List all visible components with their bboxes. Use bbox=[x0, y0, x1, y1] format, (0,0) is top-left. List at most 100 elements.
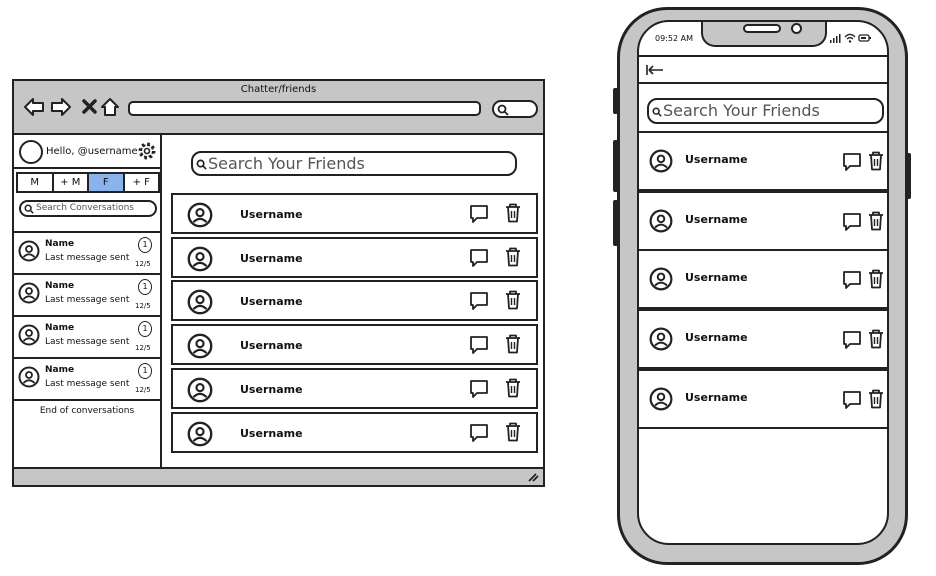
end-of-conversations-label: End of conversations bbox=[14, 399, 160, 416]
friend-username: Username bbox=[240, 208, 303, 221]
home-icon[interactable] bbox=[99, 96, 121, 118]
user-icon bbox=[649, 387, 673, 411]
user-icon bbox=[187, 333, 213, 359]
filter-tab-f[interactable]: F bbox=[89, 174, 125, 191]
address-bar[interactable] bbox=[128, 101, 481, 116]
phone-friends-search-input[interactable]: Search Your Friends bbox=[647, 98, 884, 124]
chat-icon[interactable] bbox=[842, 330, 862, 350]
friend-username: Username bbox=[685, 391, 748, 404]
conversation-name: Name bbox=[45, 239, 75, 249]
conversation-item[interactable]: Name Last message sent 1 12/5 bbox=[14, 315, 160, 357]
trash-icon[interactable] bbox=[867, 389, 885, 409]
friend-row[interactable]: Username bbox=[171, 412, 538, 453]
trash-icon[interactable] bbox=[504, 334, 522, 354]
user-icon bbox=[649, 209, 673, 233]
phone-notch bbox=[701, 22, 827, 47]
filter-tab-plus-f[interactable]: + F bbox=[124, 174, 158, 191]
user-icon bbox=[18, 282, 40, 304]
avatar[interactable] bbox=[19, 140, 43, 164]
phone-top-bar bbox=[639, 55, 887, 84]
forward-arrow-icon[interactable] bbox=[50, 96, 72, 118]
trash-icon[interactable] bbox=[867, 329, 885, 349]
conversation-name: Name bbox=[45, 365, 75, 375]
filter-tab-plus-m[interactable]: + M bbox=[53, 174, 89, 191]
greeting-text: Hello, @username bbox=[46, 146, 138, 157]
trash-icon[interactable] bbox=[504, 203, 522, 223]
wifi-icon bbox=[844, 33, 856, 43]
conversation-date: 12/5 bbox=[135, 260, 151, 268]
search-icon bbox=[24, 204, 34, 214]
trash-icon[interactable] bbox=[867, 211, 885, 231]
volume-button bbox=[613, 140, 618, 192]
phone-friend-row[interactable]: Username bbox=[639, 249, 887, 309]
chat-icon[interactable] bbox=[842, 152, 862, 172]
trash-icon[interactable] bbox=[867, 269, 885, 289]
conversation-date: 12/5 bbox=[135, 344, 151, 352]
chat-icon[interactable] bbox=[469, 248, 489, 268]
search-icon bbox=[497, 104, 509, 116]
camera bbox=[791, 23, 802, 34]
user-icon bbox=[187, 377, 213, 403]
chat-icon[interactable] bbox=[469, 423, 489, 443]
back-arrow-icon[interactable] bbox=[645, 63, 665, 77]
friend-row[interactable]: Username bbox=[171, 280, 538, 321]
friend-username: Username bbox=[685, 153, 748, 166]
page-viewport: Hello, @username M + M F + F Search Conv… bbox=[14, 133, 543, 467]
friends-search-input[interactable]: Search Your Friends bbox=[191, 151, 517, 176]
friend-row[interactable]: Username bbox=[171, 368, 538, 409]
trash-icon[interactable] bbox=[504, 247, 522, 267]
user-icon bbox=[649, 149, 673, 173]
trash-icon[interactable] bbox=[867, 151, 885, 171]
search-icon bbox=[652, 107, 662, 117]
trash-icon[interactable] bbox=[504, 290, 522, 310]
conversation-last-message: Last message sent bbox=[45, 253, 130, 263]
user-icon bbox=[18, 366, 40, 388]
profile-header: Hello, @username bbox=[14, 135, 160, 169]
friend-row[interactable]: Username bbox=[171, 237, 538, 278]
conversation-item[interactable]: Name Last message sent 1 12/5 bbox=[14, 231, 160, 273]
phone-friend-row[interactable]: Username bbox=[639, 191, 887, 251]
trash-icon[interactable] bbox=[504, 378, 522, 398]
friend-row[interactable]: Username bbox=[171, 324, 538, 365]
browser-search-button[interactable] bbox=[492, 100, 538, 118]
chat-icon[interactable] bbox=[469, 204, 489, 224]
friend-username: Username bbox=[240, 339, 303, 352]
unread-badge: 1 bbox=[138, 363, 152, 379]
conversation-item[interactable]: Name Last message sent 1 12/5 bbox=[14, 273, 160, 315]
chat-icon[interactable] bbox=[842, 390, 862, 410]
chat-icon[interactable] bbox=[469, 335, 489, 355]
signal-icon bbox=[830, 34, 841, 43]
chat-icon[interactable] bbox=[842, 212, 862, 232]
friend-username: Username bbox=[240, 427, 303, 440]
phone-friend-row[interactable]: Username bbox=[639, 309, 887, 369]
resize-grip-icon[interactable] bbox=[527, 472, 539, 482]
friend-username: Username bbox=[240, 295, 303, 308]
friend-username: Username bbox=[685, 271, 748, 284]
search-placeholder: Search Your Friends bbox=[663, 101, 820, 120]
conversation-name: Name bbox=[45, 281, 75, 291]
volume-button bbox=[613, 200, 618, 246]
chat-icon[interactable] bbox=[842, 270, 862, 290]
chat-icon[interactable] bbox=[469, 291, 489, 311]
conversation-item[interactable]: Name Last message sent 1 12/5 bbox=[14, 357, 160, 399]
power-button bbox=[906, 153, 911, 199]
friend-row[interactable]: Username bbox=[171, 193, 538, 234]
filter-tab-m[interactable]: M bbox=[18, 174, 54, 191]
conversation-last-message: Last message sent bbox=[45, 379, 130, 389]
close-icon[interactable] bbox=[79, 96, 101, 118]
search-placeholder: Search Your Friends bbox=[208, 154, 365, 173]
friend-username: Username bbox=[685, 213, 748, 226]
back-arrow-icon[interactable] bbox=[23, 96, 45, 118]
user-icon bbox=[649, 327, 673, 351]
status-bar bbox=[14, 467, 543, 485]
phone-friend-row[interactable]: Username bbox=[639, 369, 887, 429]
conversation-last-message: Last message sent bbox=[45, 295, 130, 305]
unread-badge: 1 bbox=[138, 279, 152, 295]
gear-icon[interactable] bbox=[137, 141, 157, 161]
conversation-search-input[interactable]: Search Conversations bbox=[19, 200, 157, 217]
conversations-sidebar: Hello, @username M + M F + F Search Conv… bbox=[14, 135, 162, 467]
chat-icon[interactable] bbox=[469, 379, 489, 399]
trash-icon[interactable] bbox=[504, 422, 522, 442]
conversation-date: 12/5 bbox=[135, 386, 151, 394]
phone-friend-row[interactable]: Username bbox=[639, 131, 887, 191]
